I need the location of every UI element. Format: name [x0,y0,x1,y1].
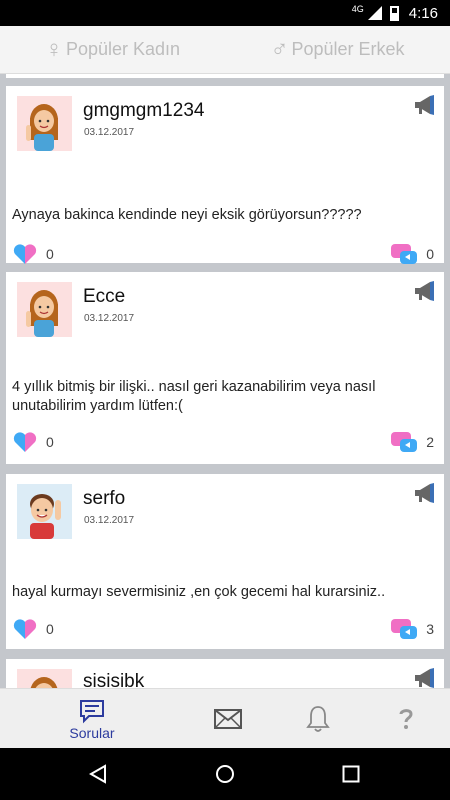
filter-popular-women[interactable]: ♀ Popüler Kadın [0,36,225,64]
nav-questions[interactable]: Sorular [52,689,132,749]
network-type: 4G [351,4,364,14]
heart-like-icon[interactable] [12,430,38,454]
system-navigation-bar [0,748,450,800]
avatar[interactable] [17,484,72,539]
megaphone-icon[interactable] [412,94,438,116]
question-text[interactable]: hayal kurmayı severmisiniz ,en çok gecem… [12,583,434,602]
avatar[interactable] [17,669,72,688]
nav-notifications[interactable] [290,689,346,749]
nav-help[interactable] [378,689,434,749]
comment-bubble-icon[interactable] [390,242,418,268]
like-count: 0 [46,246,54,262]
question-card[interactable]: serfo 03.12.2017 hayal kurmayı severmisi… [6,474,444,649]
boy-avatar-icon [30,494,61,539]
megaphone-icon[interactable] [412,667,438,688]
megaphone-icon[interactable] [412,280,438,302]
question-card[interactable]: Ecce 03.12.2017 4 yıllık bitmiş bir iliş… [6,272,444,464]
megaphone-icon[interactable] [412,482,438,504]
recents-icon[interactable] [342,765,360,783]
avatar[interactable] [17,96,72,151]
question-text[interactable]: Aynaya bakinca kendinde neyi eksik görüy… [12,206,434,225]
signal-icon [367,6,382,20]
filter-label: Popüler Kadın [65,39,181,59]
filter-popular-men[interactable]: ♂ Popüler Erkek [225,36,450,64]
question-feed[interactable]: gmgmgm1234 03.12.2017 Aynaya bakinca ken… [0,74,450,688]
username[interactable]: serfo [83,488,125,510]
heart-like-icon[interactable] [12,617,38,641]
nav-messages[interactable] [200,689,256,749]
girl-avatar-icon [26,104,58,151]
nav-label: Sorular [69,724,115,741]
male-symbol-icon: ♂ [270,35,289,63]
heart-like-icon[interactable] [12,242,38,266]
clock: 4:16 [408,4,438,22]
previous-card-edge [6,74,444,78]
girl-avatar-icon [30,677,58,688]
battery-icon [389,5,399,21]
like-count: 0 [46,621,54,637]
status-bar: 4G 4:16 [0,0,450,26]
help-question-icon [399,709,413,729]
comment-bubble-icon[interactable] [390,617,418,643]
questions-chat-icon [80,699,104,723]
post-date: 03.12.2017 [84,127,135,138]
comment-bubble-icon[interactable] [390,430,418,456]
post-date: 03.12.2017 [84,515,135,526]
avatar[interactable] [17,282,72,337]
bottom-navigation: Sorular [0,688,450,748]
post-date: 03.12.2017 [84,313,135,324]
question-text[interactable]: 4 yıllık bitmiş bir ilişki.. nasıl geri … [12,378,434,416]
bell-icon [306,706,330,732]
back-icon[interactable] [88,764,108,784]
username[interactable]: Ecce [83,286,125,308]
popular-filter-bar: ♀ Popüler Kadın ♂ Popüler Erkek [0,26,450,74]
username[interactable]: sisisibk [83,671,144,688]
comment-count: 3 [426,621,434,637]
comment-count: 2 [426,434,434,450]
question-card[interactable]: sisisibk [6,659,444,688]
comment-count: 0 [426,246,434,262]
envelope-icon [214,709,242,729]
like-count: 0 [46,434,54,450]
filter-label: Popüler Erkek [291,39,405,59]
question-card[interactable]: gmgmgm1234 03.12.2017 Aynaya bakinca ken… [6,86,444,266]
home-icon[interactable] [215,764,235,784]
female-symbol-icon: ♀ [44,35,63,63]
girl-avatar-icon [26,290,58,337]
username[interactable]: gmgmgm1234 [83,100,204,122]
